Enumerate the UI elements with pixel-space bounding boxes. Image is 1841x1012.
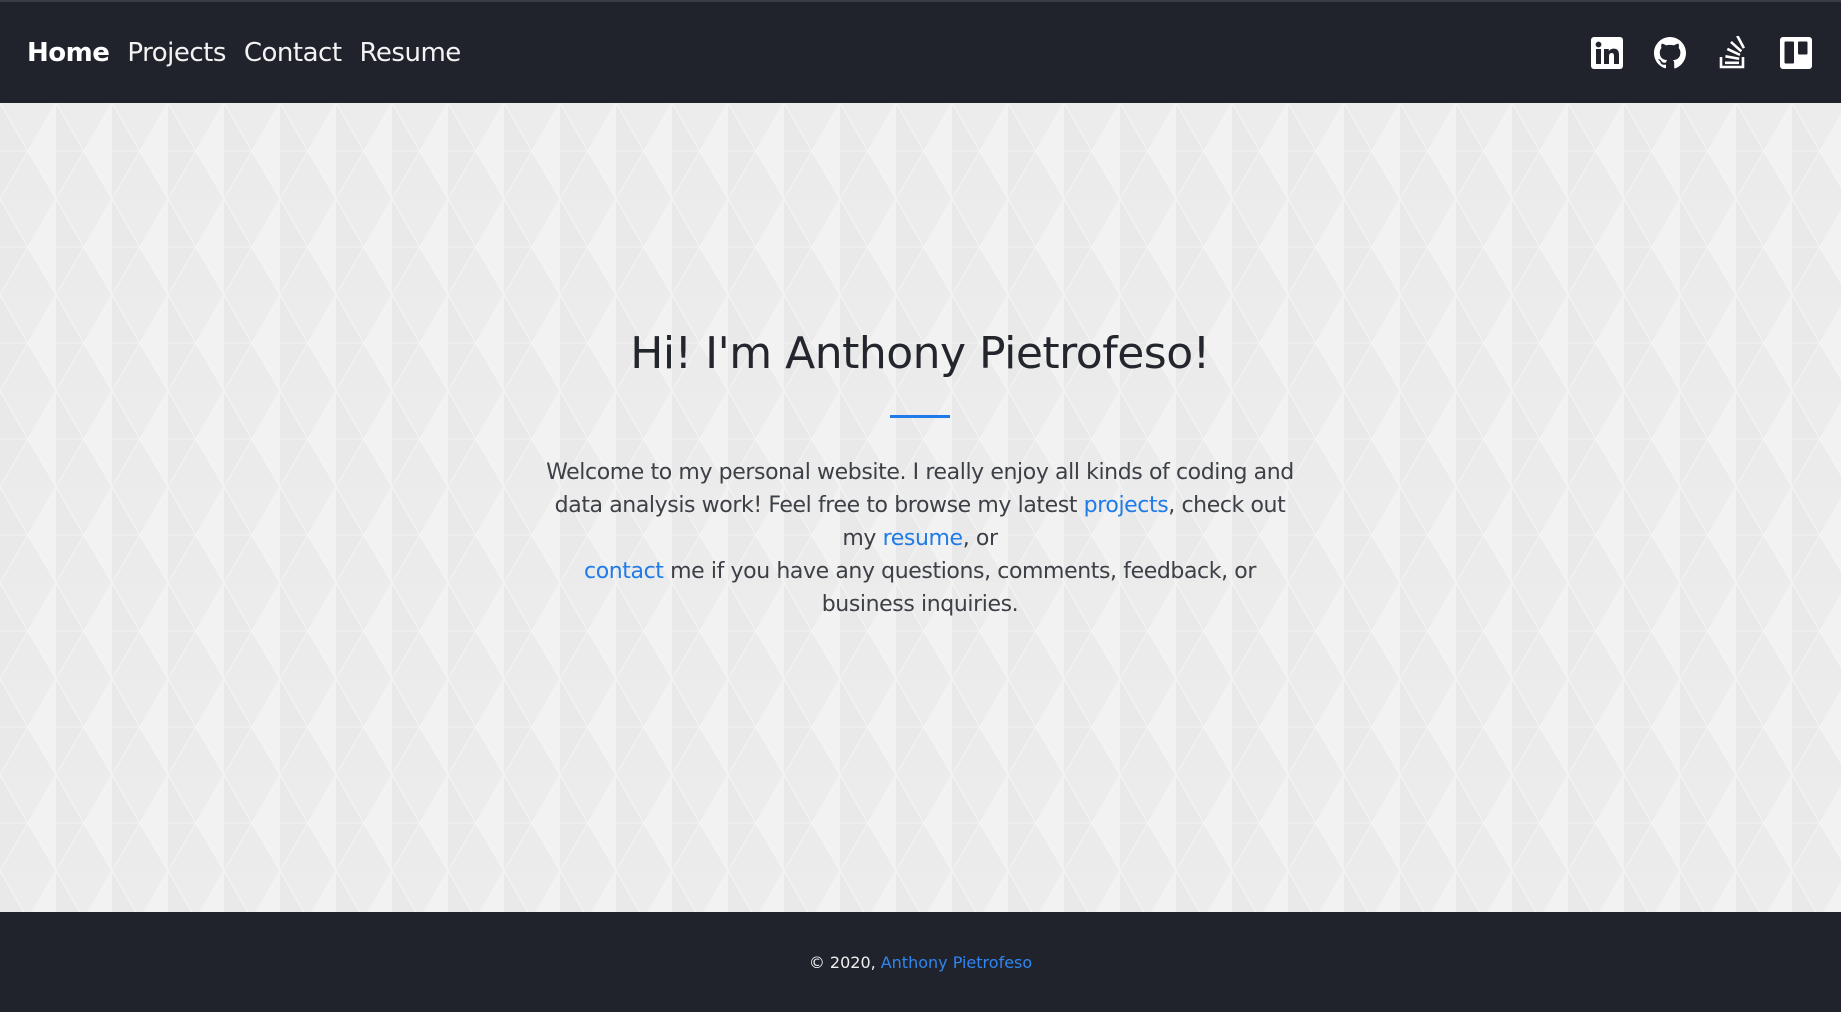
nav-home-link[interactable]: Home <box>27 38 110 68</box>
linkedin-icon[interactable] <box>1590 36 1624 70</box>
projects-link[interactable]: projects <box>1084 493 1169 518</box>
social-links <box>1590 35 1813 70</box>
trello-icon[interactable] <box>1779 36 1813 70</box>
contact-link[interactable]: contact <box>584 559 664 584</box>
title-divider <box>890 415 950 418</box>
author-link[interactable]: Anthony Pietrofeso <box>881 953 1032 972</box>
nav-contact-link[interactable]: Contact <box>244 38 342 68</box>
nav-resume-link[interactable]: Resume <box>360 38 462 68</box>
footer: © 2020, Anthony Pietrofeso <box>0 912 1841 1012</box>
resume-link[interactable]: resume <box>883 526 963 551</box>
hero-title: Hi! I'm Anthony Pietrofeso! <box>630 328 1210 379</box>
nav-links: Home Projects Contact Resume <box>27 38 461 68</box>
github-icon[interactable] <box>1653 36 1687 70</box>
hero-content: Hi! I'm Anthony Pietrofeso! Welcome to m… <box>520 328 1320 621</box>
intro-text: me if you have any questions, comments, … <box>663 559 1256 617</box>
hero-section: Hi! I'm Anthony Pietrofeso! Welcome to m… <box>0 103 1841 912</box>
nav-projects-link[interactable]: Projects <box>127 38 226 68</box>
intro-text: , or <box>962 526 998 551</box>
copyright-text: © 2020, <box>808 952 876 972</box>
intro-paragraph: Welcome to my personal website. I really… <box>540 456 1300 621</box>
stackoverflow-icon[interactable] <box>1716 35 1750 70</box>
top-navbar: Home Projects Contact Resume <box>0 0 1841 103</box>
